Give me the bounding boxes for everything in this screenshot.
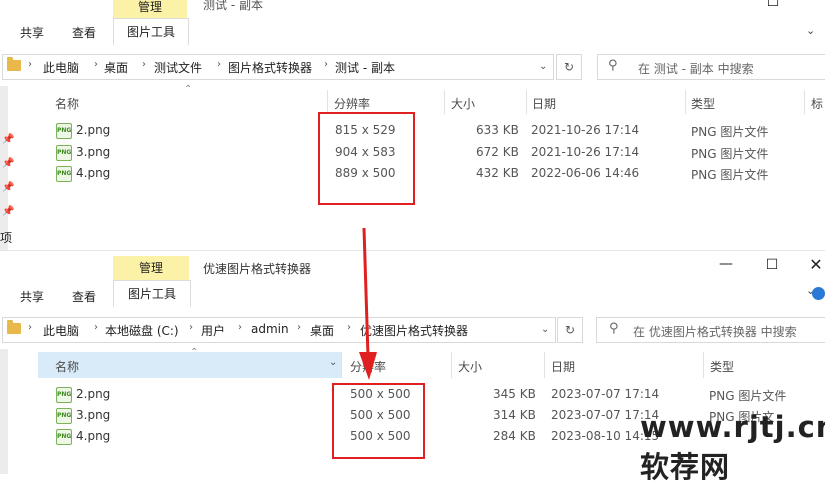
tab-share[interactable]: 共享	[20, 288, 44, 305]
file-type: PNG 图片文件	[709, 389, 787, 403]
png-file-icon: PNG	[56, 408, 72, 424]
search-icon: ⚲	[608, 58, 618, 73]
manage-tab[interactable]: 管理	[113, 0, 187, 18]
search-input[interactable]: ⚲ 在 优速图片格式转换器 中搜索	[596, 317, 825, 343]
breadcrumb-users[interactable]: 用户	[201, 322, 225, 339]
breadcrumb-converter-folder[interactable]: 优速图片格式转换器	[360, 322, 468, 339]
file-type: PNG 图片文件	[691, 125, 769, 139]
folder-icon	[7, 320, 21, 334]
column-header-size[interactable]: 大小	[458, 358, 482, 375]
help-icon[interactable]	[812, 287, 825, 300]
tab-picture-tools[interactable]: 图片工具	[113, 280, 191, 307]
refresh-button[interactable]: ↻	[557, 317, 583, 343]
file-size: 314 KB	[493, 408, 536, 422]
breadcrumb-desktop[interactable]: 桌面	[104, 59, 128, 76]
file-name: 3.png	[76, 145, 111, 159]
png-file-icon: PNG	[56, 429, 72, 445]
manage-tab[interactable]: 管理	[113, 256, 189, 280]
column-header-size[interactable]: 大小	[451, 95, 475, 112]
png-file-icon: PNG	[56, 166, 72, 182]
window-title: 测试 - 副本	[203, 0, 263, 12]
file-size: 284 KB	[493, 429, 536, 443]
nav-pane-item[interactable]: 项	[0, 229, 12, 246]
column-header-name[interactable]: 名称	[55, 95, 79, 112]
column-header-date[interactable]: 日期	[532, 95, 556, 112]
explorer-window-copy: 管理 测试 - 副本 ☐ 共享 查看 图片工具 ⌄ › 此电脑 › 桌面 › 测…	[0, 0, 825, 250]
address-dropdown-icon[interactable]: ⌄	[539, 61, 547, 72]
png-file-icon: PNG	[56, 145, 72, 161]
search-placeholder: 在 测试 - 副本 中搜索	[638, 62, 754, 76]
breadcrumb-this-pc[interactable]: 此电脑	[43, 59, 79, 76]
maximize-button[interactable]: ☐	[762, 257, 782, 273]
column-header-type[interactable]: 类型	[710, 358, 734, 375]
file-type: PNG 图片文件	[691, 147, 769, 161]
column-header-tags[interactable]: 标	[811, 95, 823, 112]
file-date: 2021-10-26 17:14	[531, 123, 640, 137]
window-title: 优速图片格式转换器	[203, 262, 312, 276]
column-header-name[interactable]: 名称	[55, 358, 79, 375]
search-input[interactable]: ⚲ 在 测试 - 副本 中搜索	[597, 54, 825, 80]
resolution-highlight-box	[318, 112, 415, 205]
file-size: 432 KB	[476, 166, 519, 180]
column-header-resolution[interactable]: 分辨率	[350, 358, 386, 375]
resolution-highlight-box	[332, 383, 425, 459]
file-name: 4.png	[76, 166, 111, 180]
file-date: 2021-10-26 17:14	[531, 145, 640, 159]
pin-icon[interactable]: 📌	[2, 206, 14, 217]
file-date: 2023-07-07 17:14	[551, 387, 660, 401]
file-size: 345 KB	[493, 387, 536, 401]
ribbon-expand-icon[interactable]: ⌄	[806, 24, 815, 37]
search-icon: ⚲	[609, 321, 619, 336]
close-button[interactable]: ✕	[806, 255, 825, 274]
address-bar[interactable]: › 此电脑 › 本地磁盘 (C:) › 用户 › admin › 桌面 › 优速…	[2, 317, 556, 343]
breadcrumb-converter[interactable]: 图片格式转换器	[228, 59, 312, 76]
tab-share[interactable]: 共享	[20, 24, 44, 41]
column-header-type[interactable]: 类型	[691, 95, 715, 112]
folder-icon	[7, 57, 21, 71]
column-dropdown-icon[interactable]: ⌄	[329, 357, 337, 368]
file-name: 3.png	[76, 408, 111, 422]
sort-indicator-icon: ⌃	[184, 84, 193, 95]
breadcrumb-admin[interactable]: admin	[251, 322, 289, 336]
column-header-resolution[interactable]: 分辨率	[334, 95, 370, 112]
breadcrumb-desktop[interactable]: 桌面	[310, 322, 334, 339]
file-name: 4.png	[76, 429, 111, 443]
refresh-button[interactable]: ↻	[556, 54, 582, 80]
minimize-button[interactable]: —	[716, 256, 736, 272]
breadcrumb-local-disk[interactable]: 本地磁盘 (C:)	[105, 322, 179, 339]
address-dropdown-icon[interactable]: ⌄	[541, 324, 549, 335]
tab-view[interactable]: 查看	[72, 288, 96, 305]
watermark-text: www.rjtj.cn软荐网	[640, 410, 825, 484]
tab-view[interactable]: 查看	[72, 24, 96, 41]
breadcrumb-this-pc[interactable]: 此电脑	[43, 322, 79, 339]
file-name: 2.png	[76, 387, 111, 401]
file-date: 2022-06-06 14:46	[531, 166, 640, 180]
file-size: 633 KB	[476, 123, 519, 137]
breadcrumb-test-files[interactable]: 测试文件	[154, 59, 202, 76]
file-name: 2.png	[76, 123, 111, 137]
column-header-name-bg	[38, 352, 341, 378]
maximize-button[interactable]: ☐	[763, 0, 783, 10]
breadcrumb-test-copy[interactable]: 测试 - 副本	[335, 59, 395, 76]
column-header-date[interactable]: 日期	[551, 358, 575, 375]
file-type: PNG 图片文件	[691, 168, 769, 182]
tab-picture-tools[interactable]: 图片工具	[113, 18, 189, 45]
png-file-icon: PNG	[56, 123, 72, 139]
file-size: 672 KB	[476, 145, 519, 159]
png-file-icon: PNG	[56, 387, 72, 403]
address-bar[interactable]: › 此电脑 › 桌面 › 测试文件 › 图片格式转换器 › 测试 - 副本 ⌄	[2, 54, 554, 80]
search-placeholder: 在 优速图片格式转换器 中搜索	[633, 325, 797, 339]
